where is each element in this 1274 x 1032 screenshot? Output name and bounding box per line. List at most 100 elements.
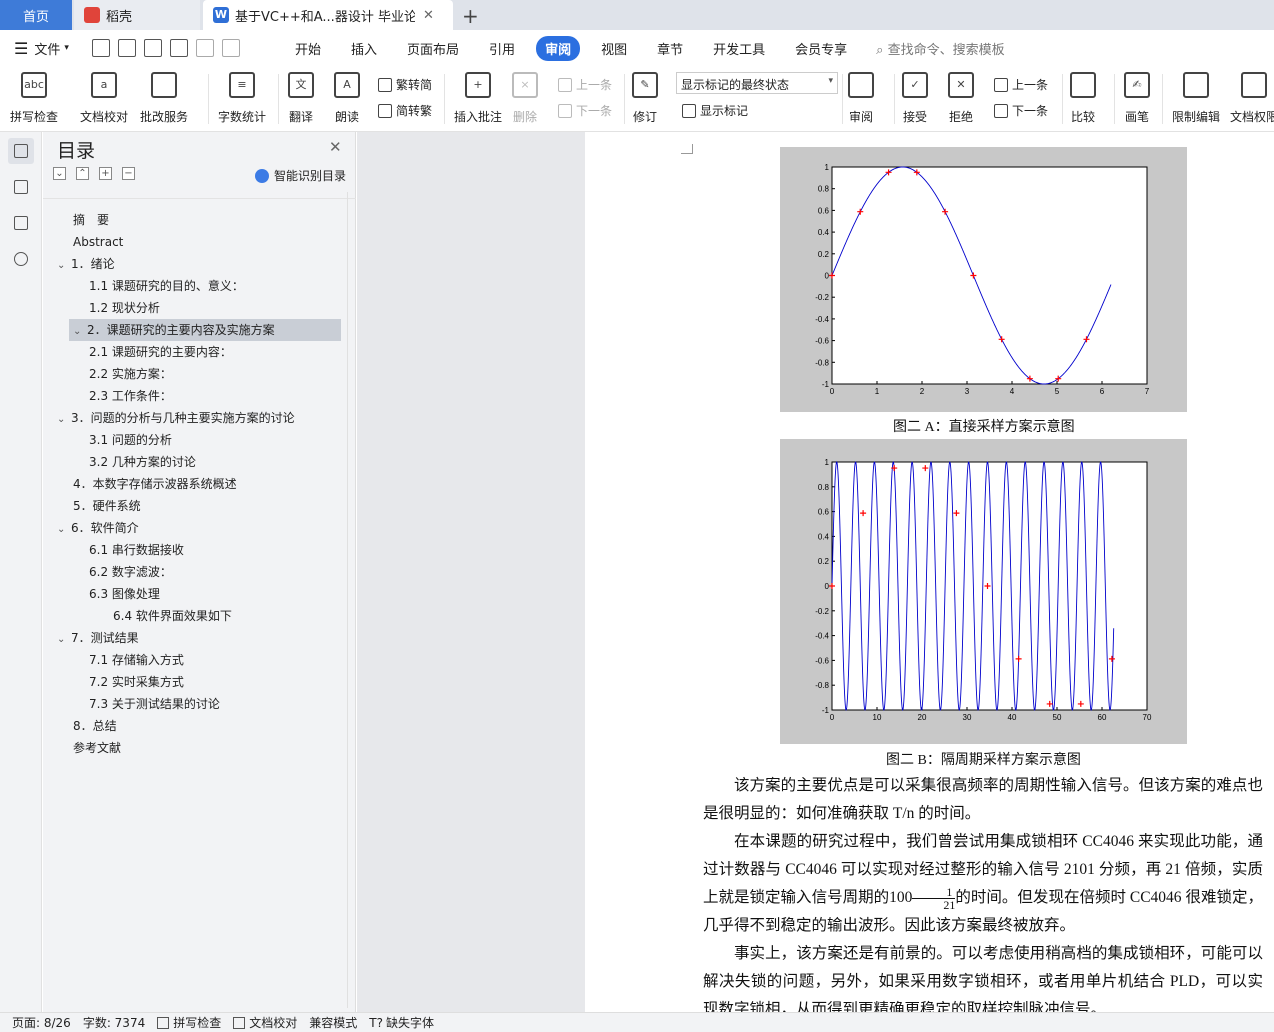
review-ribbon: abc 拼写检查 a 文档校对 批改服务 ≡ 字数统计 文翻译 A 朗读 繁转简 简转繁…	[0, 66, 1274, 132]
toc-item[interactable]: 3.2 几种方案的讨论	[89, 451, 196, 473]
pen-button[interactable]: ✍ 画笔	[1124, 70, 1150, 128]
close-icon[interactable]: ✕	[423, 8, 434, 23]
missing-font-indicator[interactable]: T? 缺失字体	[369, 1014, 434, 1031]
reject-button[interactable]: ✕ 拒绝	[948, 70, 974, 128]
toc-item[interactable]: 2.3 工作条件：	[89, 385, 172, 407]
toc-item[interactable]: ⌄ 2．课题研究的主要内容及实施方案	[69, 319, 341, 341]
menu-tab-7[interactable]: 开发工具	[704, 36, 774, 61]
toc-item[interactable]: 1.1 课题研究的目的、意义：	[89, 275, 244, 297]
menu-tab-4[interactable]: 审阅	[536, 35, 581, 61]
toc-item[interactable]: 6.1 串行数据接收	[89, 539, 184, 561]
toc-item[interactable]: 4．本数字存储示波器系统概述	[73, 473, 237, 495]
accept-button[interactable]: ✓ 接受	[902, 70, 928, 128]
tab-daoke[interactable]: 稻壳	[74, 0, 200, 30]
chapter-icon	[14, 180, 28, 194]
toc-item[interactable]: 6.3 图像处理	[89, 583, 160, 605]
read-aloud-button[interactable]: A 朗读	[334, 70, 360, 128]
delete-comment-button[interactable]: × 删除	[512, 70, 538, 128]
lock-icon	[1183, 72, 1209, 98]
compare-button[interactable]: 比较	[1070, 70, 1096, 128]
word-count-button[interactable]: ≡ 字数统计	[218, 70, 266, 128]
menu-tab-8[interactable]: 会员专享	[786, 36, 856, 61]
tab-document[interactable]: W 基于VC++和A...器设计 毕业论文 ✕	[203, 0, 453, 30]
chevron-down-icon[interactable]: ⌄	[73, 321, 87, 343]
toc-item[interactable]: ⌄ 3．问题的分析与几种主要实施方案的讨论	[57, 407, 295, 429]
doc-proof-button[interactable]: a 文档校对	[80, 70, 128, 128]
toc-title: 目录	[57, 140, 96, 162]
toc-scrollbar[interactable]	[347, 192, 353, 1008]
toc-item-label: 参考文献	[73, 741, 122, 755]
next-comment-button[interactable]: 下一条	[558, 102, 612, 119]
chevron-down-icon[interactable]: ⌄	[57, 629, 71, 651]
bookmark-button[interactable]	[8, 210, 34, 236]
command-search[interactable]: ⌕ 查找命令、搜索模板	[876, 39, 1004, 58]
chapter-nav-button[interactable]	[8, 174, 34, 200]
menu-tab-2[interactable]: 页面布局	[398, 36, 468, 61]
collapse-all-icon[interactable]: ⌃	[76, 167, 89, 180]
remove-heading-icon[interactable]: −	[122, 167, 135, 180]
toc-item[interactable]: 6.4 软件界面效果如下	[113, 605, 232, 627]
undo-icon[interactable]	[196, 39, 214, 57]
chevron-down-icon[interactable]: ⌄	[57, 519, 71, 541]
print-icon[interactable]	[144, 39, 162, 57]
new-tab-plus-icon[interactable]: +	[462, 4, 479, 28]
toc-item[interactable]: 参考文献	[73, 737, 121, 759]
toc-item[interactable]: 7.3 关于测试结果的讨论	[89, 693, 220, 715]
toc-item[interactable]: 3.1 问题的分析	[89, 429, 172, 451]
toc-item[interactable]: Abstract	[73, 231, 123, 253]
toc-item[interactable]: 摘 要	[73, 209, 109, 231]
find-button[interactable]	[8, 246, 34, 272]
chevron-down-icon[interactable]: ⌄	[57, 255, 71, 277]
annotation-service-button[interactable]: 批改服务	[140, 70, 188, 128]
doc-permission-button[interactable]: 文档权限	[1230, 70, 1274, 128]
review-pane-button[interactable]: 审阅	[848, 70, 874, 128]
menu-tab-5[interactable]: 视图	[592, 36, 636, 61]
show-markup-button[interactable]: 显示标记	[682, 102, 748, 119]
toc-item[interactable]: 5．硬件系统	[73, 495, 141, 517]
save-icon[interactable]	[92, 39, 110, 57]
prev-comment-button[interactable]: 上一条	[558, 76, 612, 93]
file-menu[interactable]: ☰ 文件 ▾	[0, 39, 88, 58]
next-change-button[interactable]: 下一条	[994, 102, 1048, 119]
chevron-down-icon[interactable]: ⌄	[57, 409, 71, 431]
hamburger-icon: ☰	[14, 38, 29, 58]
tab-home[interactable]: 首页	[0, 0, 72, 30]
word-count-indicator[interactable]: 字数: 7374	[83, 1014, 145, 1031]
status-spell-check[interactable]: 拼写检查	[157, 1014, 221, 1031]
export-pdf-icon[interactable]	[118, 39, 136, 57]
toc-item[interactable]: ⌄ 1．绪论	[57, 253, 115, 275]
toc-item[interactable]: 6.2 数字滤波：	[89, 561, 172, 583]
restrict-editing-button[interactable]: 限制编辑	[1172, 70, 1220, 128]
toc-item[interactable]: 2.1 课题研究的主要内容：	[89, 341, 232, 363]
toc-item[interactable]: 7.2 实时采集方式	[89, 671, 184, 693]
redo-icon[interactable]	[222, 39, 240, 57]
menu-tab-3[interactable]: 引用	[480, 36, 524, 61]
simp-to-trad-button[interactable]: 简转繁	[378, 102, 432, 119]
menu-tab-6[interactable]: 章节	[648, 36, 692, 61]
y-tick-label: 0.6	[818, 508, 830, 517]
toc-item[interactable]: 1.2 现状分析	[89, 297, 160, 319]
trad-to-simp-button[interactable]: 繁转简	[378, 76, 432, 93]
markup-state-select[interactable]: 显示标记的最终状态 ▾	[676, 72, 838, 94]
add-heading-icon[interactable]: +	[99, 167, 112, 180]
close-icon[interactable]: ✕	[329, 138, 342, 156]
menu-tab-0[interactable]: 开始	[286, 36, 330, 61]
toc-item[interactable]: 7.1 存储输入方式	[89, 649, 184, 671]
print-preview-icon[interactable]	[170, 39, 188, 57]
toc-item[interactable]: 2.2 实施方案：	[89, 363, 172, 385]
menu-tab-1[interactable]: 插入	[342, 36, 386, 61]
track-changes-button[interactable]: ✎ 修订	[632, 70, 658, 128]
toc-item[interactable]: ⌄ 7．测试结果	[57, 627, 139, 649]
page-indicator[interactable]: 页面: 8/26	[12, 1014, 71, 1031]
spell-check-button[interactable]: abc 拼写检查	[10, 70, 58, 128]
translate-button[interactable]: 文翻译	[288, 70, 314, 128]
smart-toc-button[interactable]: 智能识别目录	[255, 167, 346, 184]
expand-all-icon[interactable]: ⌄	[53, 167, 66, 180]
toc-item[interactable]: ⌄ 6．软件简介	[57, 517, 139, 539]
toc-pane-button[interactable]	[8, 138, 34, 164]
toc-item[interactable]: 8．总结	[73, 715, 117, 737]
status-proof[interactable]: 文档校对	[233, 1014, 297, 1031]
x-tick-label: 40	[1008, 713, 1017, 722]
insert-comment-button[interactable]: + 插入批注	[454, 70, 502, 128]
prev-change-button[interactable]: 上一条	[994, 76, 1048, 93]
